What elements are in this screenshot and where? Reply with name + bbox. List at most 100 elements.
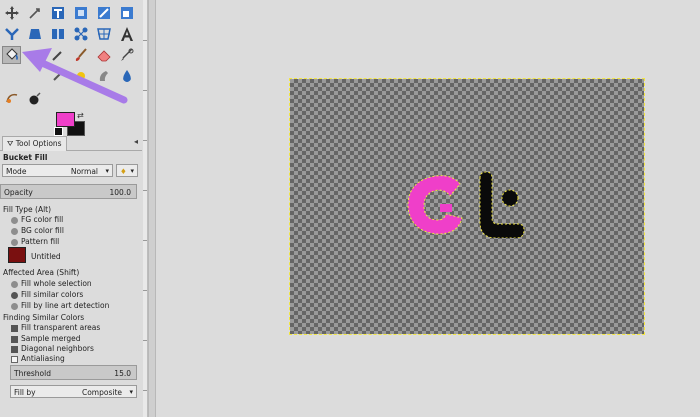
rotate-icon (97, 7, 110, 19)
bg-color-fill-radio[interactable] (11, 228, 18, 235)
dodge-burn-tool-button[interactable] (117, 67, 136, 85)
fill-transparent-checkbox[interactable] (11, 325, 18, 332)
chevron-down-icon: ▾ (130, 167, 134, 175)
paintbrush-tool-button[interactable] (71, 46, 90, 64)
fill-by-label: Fill by (14, 388, 36, 397)
mode-reset-dropdown[interactable]: ♦ ▾ (116, 164, 138, 177)
dock-tab-bar: ⛛ Tool Options ◂ (0, 136, 142, 151)
diagonal-neighbors-checkbox[interactable] (11, 346, 18, 353)
fill-line-art-label: Fill by line art detection (21, 301, 110, 310)
mode-label: Mode (6, 167, 27, 176)
clone-tool-button[interactable] (71, 67, 90, 85)
fill-whole-selection-radio[interactable] (11, 281, 18, 288)
chevron-down-icon: ▾ (129, 388, 133, 396)
swap-colors-icon[interactable]: ⇄ (77, 111, 84, 120)
water-drop-icon (122, 70, 131, 82)
sample-merged-checkbox[interactable] (11, 336, 18, 343)
text-tool-t-icon (51, 7, 64, 19)
affected-area-heading: Affected Area (Shift) (3, 268, 80, 277)
scale-icon (120, 7, 133, 19)
fg-color-fill-radio[interactable] (11, 217, 18, 224)
logo-text: Gt (400, 168, 402, 169)
threshold-slider[interactable]: Threshold 15.0 (10, 365, 137, 380)
threshold-value: 15.0 (114, 369, 131, 378)
paths-icon (5, 93, 17, 103)
opacity-slider[interactable]: Opacity 100.0 (0, 184, 137, 199)
panel-divider[interactable] (148, 0, 156, 417)
align-tool-button[interactable] (25, 4, 44, 22)
text-align-tool-button[interactable] (48, 4, 67, 22)
smudge-tool-button[interactable] (94, 67, 113, 85)
heal-tool-button[interactable] (48, 67, 67, 85)
finding-similar-heading: Finding Similar Colors (3, 313, 85, 322)
shear-tool-button[interactable] (2, 25, 21, 43)
letter-a-icon (120, 27, 133, 41)
bucket-fill-tool-button[interactable] (2, 46, 21, 64)
chevron-down-icon: ▾ (105, 167, 109, 175)
fg-color-fill-label: FG color fill (21, 215, 64, 224)
align-icon (28, 8, 40, 19)
fill-similar-colors-label: Fill similar colors (21, 290, 84, 299)
default-colors-icon[interactable] (54, 127, 63, 136)
move-tool-button[interactable] (2, 4, 21, 22)
pencil-tool-button[interactable] (48, 46, 67, 64)
antialiasing-checkbox[interactable] (11, 356, 18, 363)
color-picker-tool-button[interactable] (25, 89, 44, 107)
bg-color-fill-label: BG color fill (21, 226, 64, 235)
fill-by-dropdown[interactable]: Fill by Composite ▾ (10, 385, 137, 398)
bucket-fill-icon (5, 48, 18, 61)
tab-label: Tool Options (15, 139, 62, 148)
tool-options-icon: ⛛ (7, 139, 16, 148)
threshold-label: Threshold (14, 369, 51, 378)
eraser-tool-button[interactable] (94, 46, 113, 64)
canvas-logo: Gt (400, 168, 525, 238)
pencil-icon (51, 51, 62, 61)
fill-whole-selection-label: Fill whole selection (21, 279, 92, 288)
cage-icon (74, 27, 87, 41)
paths-tool-button[interactable] (2, 89, 21, 107)
rotate-tool-button[interactable] (94, 4, 113, 22)
text-tool-button[interactable] (117, 25, 136, 43)
airbrush-tool-button[interactable] (117, 46, 136, 64)
warp-tool-button[interactable] (94, 25, 113, 43)
tab-tool-options[interactable]: ⛛ Tool Options (2, 136, 67, 151)
move-icon (4, 6, 19, 20)
smudge-icon (99, 71, 108, 81)
fill-similar-colors-radio[interactable] (11, 292, 18, 299)
sample-merged-label: Sample merged (21, 334, 81, 343)
bomb-icon (29, 92, 41, 105)
perspective-icon (28, 29, 41, 39)
antialiasing-label: Antialiasing (21, 354, 65, 363)
airbrush-icon (120, 48, 133, 61)
paint-mode-icon: ♦ (120, 167, 127, 176)
toolbox-panel: ⇄ ⛛ Tool Options ◂ Bucket Fill Mode Norm… (0, 0, 142, 417)
mode-dropdown[interactable]: Mode Normal ▾ (2, 164, 113, 177)
blend-tool-button[interactable] (25, 46, 44, 64)
heal-icon (52, 71, 63, 81)
tab-menu-icon[interactable]: ◂ (134, 137, 138, 146)
crop-tool-button[interactable] (71, 4, 90, 22)
scale-tool-button[interactable] (117, 4, 136, 22)
pattern-fill-radio[interactable] (11, 239, 18, 246)
flip-icon (51, 29, 64, 39)
fill-type-heading: Fill Type (Alt) (3, 205, 52, 214)
cage-tool-button[interactable] (71, 25, 90, 43)
pattern-name: Untitled (31, 252, 61, 261)
flip-tool-button[interactable] (48, 25, 67, 43)
diagonal-neighbors-label: Diagonal neighbors (21, 344, 94, 353)
shear-icon (4, 28, 19, 40)
fill-line-art-radio[interactable] (11, 303, 18, 310)
foreground-color-swatch[interactable] (56, 112, 75, 127)
tool-name: Bucket Fill (3, 153, 48, 162)
fill-transparent-label: Fill transparent areas (21, 323, 101, 332)
perspective-tool-button[interactable] (25, 25, 44, 43)
clone-stamp-icon (76, 72, 85, 80)
crop-icon (74, 7, 87, 19)
paintbrush-icon (75, 48, 87, 61)
warp-icon (96, 28, 111, 40)
pattern-fill-label: Pattern fill (21, 237, 60, 246)
fill-by-value: Composite (81, 388, 122, 397)
opacity-value: 100.0 (109, 188, 131, 197)
gradient-icon (28, 51, 41, 59)
pattern-preview[interactable] (8, 247, 26, 263)
